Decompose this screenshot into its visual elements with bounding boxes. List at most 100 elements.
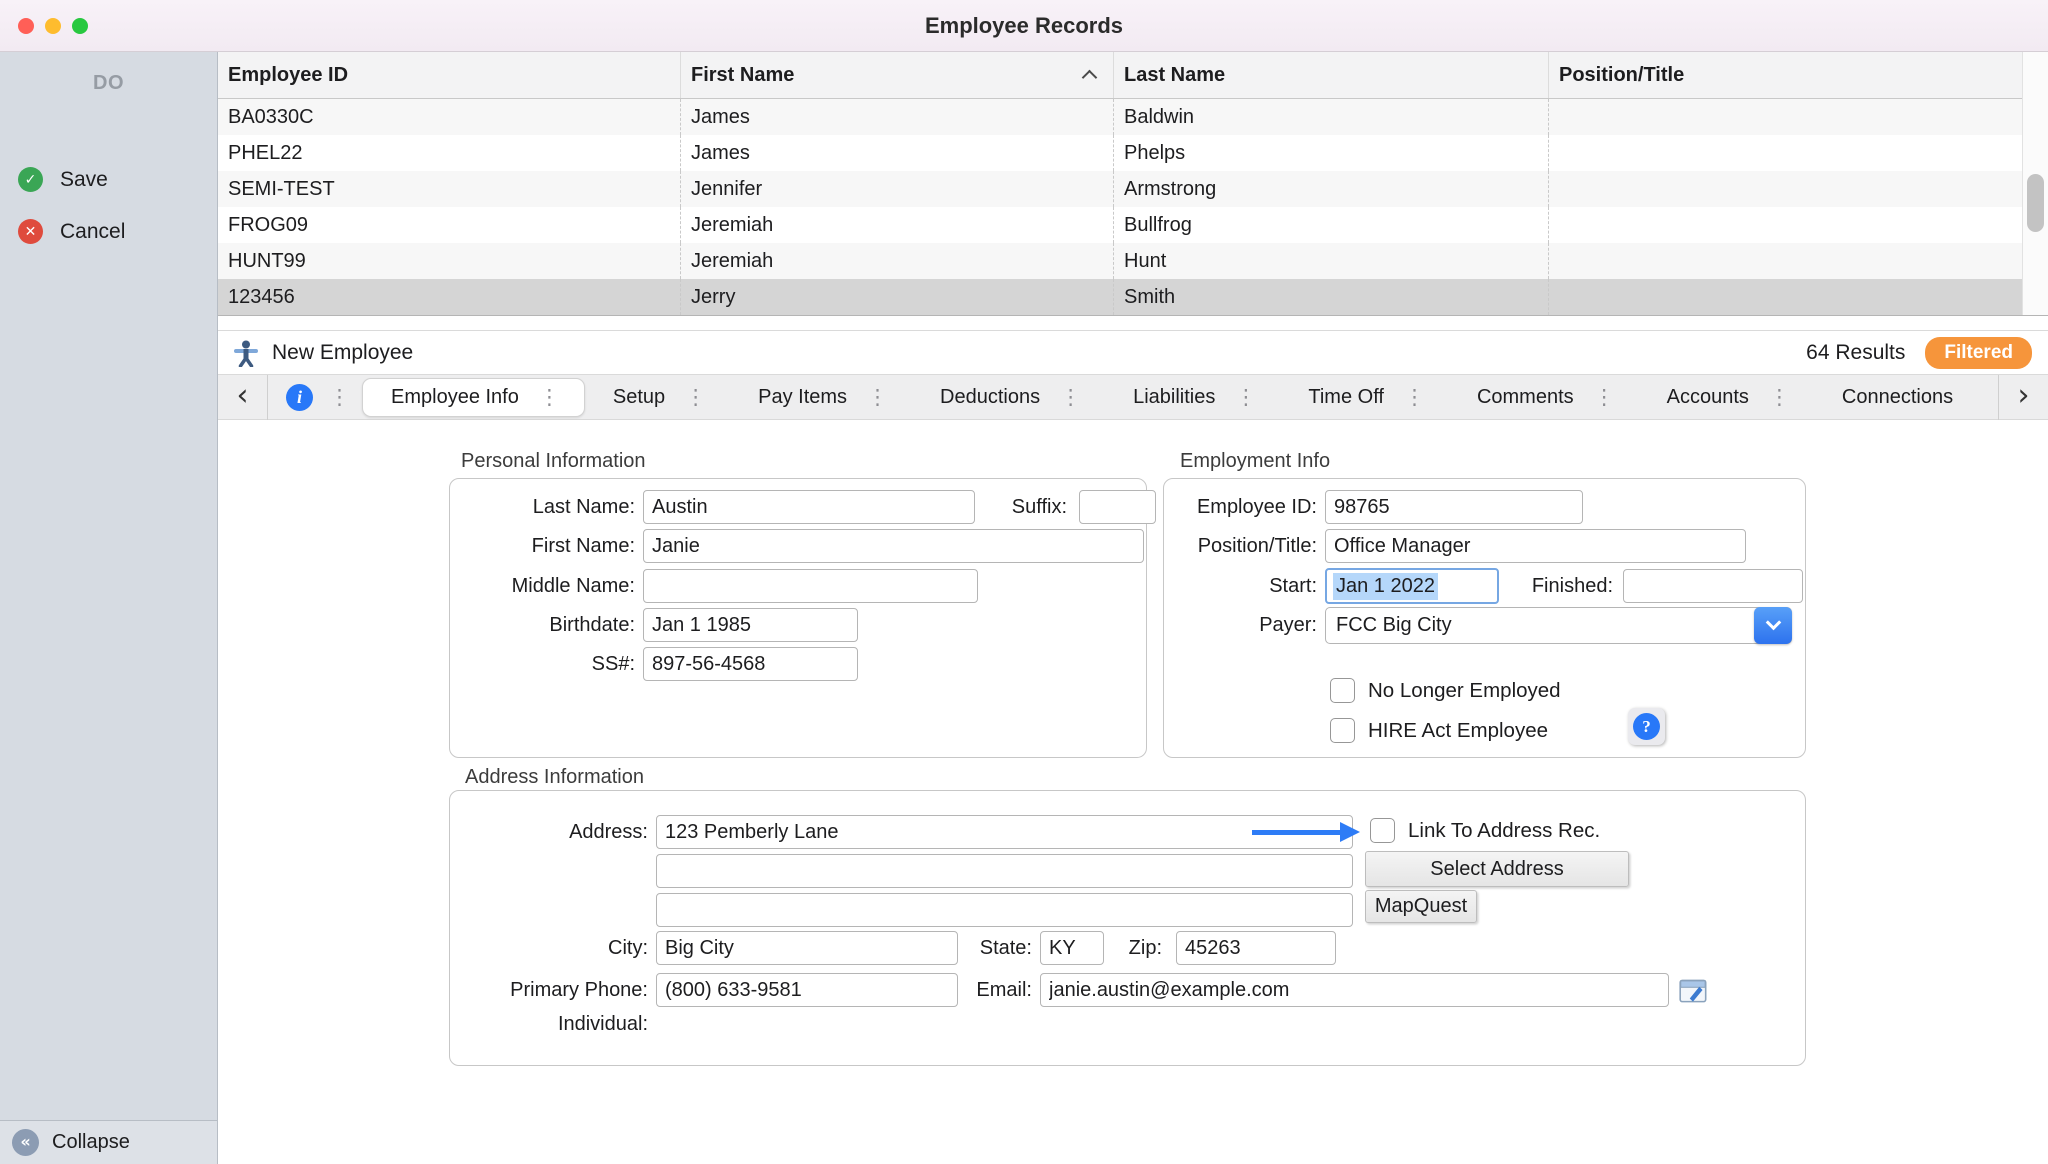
hire-act-help-button[interactable]: ? — [1628, 708, 1665, 745]
no-longer-employed-label: No Longer Employed — [1368, 679, 1561, 703]
employee-table: Employee ID First Name Last Name Positio… — [218, 52, 2048, 316]
app-window: Employee Records DO ✓ Save ✕ Cancel « Co… — [0, 0, 2048, 1164]
column-header-position-title[interactable]: Position/Title — [1548, 52, 2022, 98]
window-title: Employee Records — [0, 0, 2048, 52]
titlebar: Employee Records — [0, 0, 2048, 52]
no-longer-employed-checkbox[interactable] — [1330, 678, 1355, 703]
suffix-input[interactable] — [1079, 490, 1156, 524]
first-name-input[interactable] — [643, 529, 1144, 563]
tabbar: ‹ i ⋮ Employee Info ⋮ Setup ⋮ Pay Items … — [218, 375, 2048, 420]
tab-pay-items[interactable]: Pay Items ⋮ — [730, 375, 912, 420]
tab-comments[interactable]: Comments ⋮ — [1449, 375, 1639, 420]
record-status-bar: New Employee 64 Results Filtered — [218, 330, 2048, 375]
sidebar-header: DO — [0, 72, 217, 95]
payer-select[interactable]: FCC Big City — [1325, 607, 1792, 644]
select-address-button[interactable]: Select Address — [1365, 851, 1629, 887]
help-icon: ? — [1633, 713, 1660, 740]
last-name-input[interactable] — [643, 490, 975, 524]
kebab-icon: ⋮ — [1060, 385, 1081, 409]
address-line1-input[interactable] — [656, 815, 1353, 849]
kebab-icon: ⋮ — [1594, 385, 1615, 409]
ssn-label: SS#: — [449, 653, 635, 676]
tab-scroll-left-button[interactable]: ‹ — [218, 375, 268, 420]
personal-info-title: Personal Information — [461, 450, 646, 473]
sidebar: DO ✓ Save ✕ Cancel « Collapse — [0, 52, 218, 1164]
payer-label: Payer: — [1163, 614, 1317, 637]
cancel-x-icon: ✕ — [18, 219, 43, 244]
table-row[interactable]: PHEL22 James Phelps — [218, 135, 2048, 171]
collapse-button[interactable]: « Collapse — [0, 1120, 217, 1164]
tab-info[interactable]: i ⋮ — [268, 375, 362, 420]
suffix-label: Suffix: — [987, 496, 1067, 519]
collapse-label: Collapse — [52, 1131, 130, 1154]
primary-phone-label: Primary Phone: — [449, 979, 648, 1002]
middle-name-input[interactable] — [643, 569, 978, 603]
tab-scroll-right-button[interactable]: › — [1998, 375, 2048, 420]
filtered-badge[interactable]: Filtered — [1925, 337, 2032, 369]
tab-setup[interactable]: Setup ⋮ — [585, 375, 730, 420]
pointer-arrow-icon — [1252, 822, 1360, 842]
employee-id-label: Employee ID: — [1163, 496, 1317, 519]
hire-act-checkbox[interactable] — [1330, 718, 1355, 743]
state-label: State: — [970, 937, 1032, 960]
cancel-label: Cancel — [60, 220, 125, 244]
zip-input[interactable] — [1176, 931, 1336, 965]
save-button[interactable]: ✓ Save — [18, 167, 108, 192]
city-input[interactable] — [656, 931, 958, 965]
first-name-label: First Name: — [449, 535, 635, 558]
state-input[interactable] — [1040, 931, 1104, 965]
address-label: Address: — [449, 821, 648, 844]
employment-info-title: Employment Info — [1180, 450, 1330, 473]
birthdate-input[interactable] — [643, 608, 858, 642]
finished-date-input[interactable] — [1623, 569, 1803, 603]
payer-dropdown-button[interactable] — [1754, 607, 1792, 644]
tab-connections[interactable]: Connections — [1814, 375, 1977, 420]
kebab-icon: ⋮ — [1235, 385, 1256, 409]
kebab-icon: ⋮ — [539, 385, 560, 409]
tab-accounts[interactable]: Accounts ⋮ — [1639, 375, 1814, 420]
table-row[interactable]: HUNT99 Jeremiah Hunt — [218, 243, 2048, 279]
column-header-first-name[interactable]: First Name — [680, 52, 1113, 98]
address-info-title: Address Information — [465, 766, 644, 789]
cancel-button[interactable]: ✕ Cancel — [18, 219, 125, 244]
chevron-right-icon: › — [2018, 378, 2030, 413]
kebab-icon: ⋮ — [329, 385, 350, 409]
table-row[interactable]: BA0330C James Baldwin — [218, 99, 2048, 135]
birthdate-label: Birthdate: — [449, 614, 635, 637]
last-name-label: Last Name: — [449, 496, 635, 519]
table-row[interactable]: FROG09 Jeremiah Bullfrog — [218, 207, 2048, 243]
link-address-row: Link To Address Rec. — [1370, 818, 1600, 843]
start-date-input[interactable]: Jan 1 2022 — [1325, 568, 1499, 604]
finished-date-label: Finished: — [1511, 575, 1613, 598]
table-row-selected[interactable]: 123456 Jerry Smith — [218, 279, 2048, 315]
email-compose-button[interactable] — [1677, 974, 1711, 1008]
table-row[interactable]: SEMI-TEST Jennifer Armstrong — [218, 171, 2048, 207]
email-input[interactable] — [1040, 973, 1669, 1007]
link-to-address-checkbox[interactable] — [1370, 818, 1395, 843]
kebab-icon: ⋮ — [685, 385, 706, 409]
scrollbar-thumb[interactable] — [2027, 174, 2044, 232]
kebab-icon: ⋮ — [867, 385, 888, 409]
collapse-chevrons-icon: « — [12, 1129, 39, 1156]
hire-act-row: HIRE Act Employee — [1330, 718, 1548, 743]
tab-deductions[interactable]: Deductions ⋮ — [912, 375, 1105, 420]
column-header-last-name[interactable]: Last Name — [1113, 52, 1548, 98]
tab-liabilities[interactable]: Liabilities ⋮ — [1105, 375, 1280, 420]
chevron-left-icon: ‹ — [237, 378, 249, 413]
table-scrollbar[interactable] — [2022, 52, 2048, 315]
info-icon: i — [286, 384, 313, 411]
primary-phone-input[interactable] — [656, 973, 958, 1007]
address-line2-input[interactable] — [656, 854, 1353, 888]
save-label: Save — [60, 168, 108, 192]
column-header-employee-id[interactable]: Employee ID — [218, 52, 680, 98]
sort-ascending-icon — [1082, 70, 1098, 86]
mapquest-button[interactable]: MapQuest — [1365, 890, 1477, 923]
employee-id-input[interactable] — [1325, 490, 1583, 524]
employee-icon — [232, 339, 260, 367]
position-title-input[interactable] — [1325, 529, 1746, 563]
tab-time-off[interactable]: Time Off ⋮ — [1280, 375, 1449, 420]
ssn-input[interactable] — [643, 647, 858, 681]
address-line3-input[interactable] — [656, 893, 1353, 927]
tab-employee-info[interactable]: Employee Info ⋮ — [362, 378, 585, 417]
selected-text: Jan 1 2022 — [1333, 573, 1438, 600]
